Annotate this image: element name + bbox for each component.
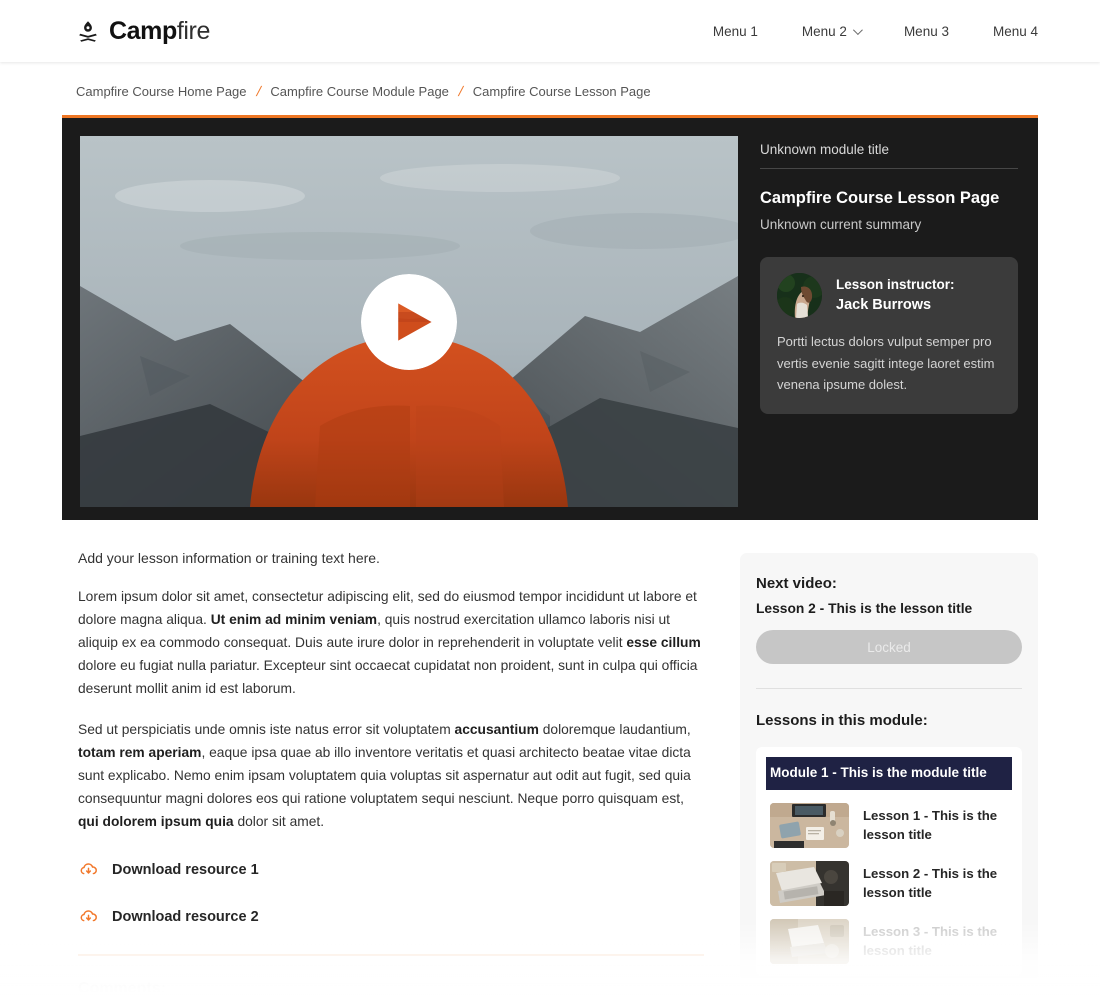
breadcrumb-separator-icon: / xyxy=(254,83,263,99)
nav-item-menu-2[interactable]: Menu 2 xyxy=(780,18,882,45)
paragraph-2-bold-3: qui dolorem ipsum quia xyxy=(78,814,234,830)
lesson-sidebar: Next video: Lesson 2 - This is the lesso… xyxy=(740,520,1038,998)
resource-label: Download resource 1 xyxy=(112,862,259,879)
brand-logo[interactable]: Campfire xyxy=(76,16,211,45)
instructor-bio: Portti lectus dolors vulput semper pro v… xyxy=(777,334,995,393)
instructor-avatar xyxy=(777,273,822,319)
avatar xyxy=(777,273,822,319)
brand-text: Campfire xyxy=(109,16,211,45)
lessons-in-module-heading: Lessons in this module: xyxy=(756,712,928,729)
brand-text-bold: Camp xyxy=(109,16,177,45)
site-header: Campfire Menu 1 Menu 2 Menu 3 Menu 4 xyxy=(0,0,1100,62)
sidebar-card: Next video: Lesson 2 - This is the lesso… xyxy=(740,553,1038,982)
resource-label: Download resource 2 xyxy=(112,909,259,926)
video-player[interactable] xyxy=(80,136,738,507)
lesson-thumbnail xyxy=(770,918,849,964)
module-lessons-block: Module 1 - This is the module title Less… xyxy=(756,747,1022,976)
nav-item-menu-3[interactable]: Menu 3 xyxy=(882,18,971,45)
lesson-summary: Unknown current summary xyxy=(760,217,922,233)
breadcrumb: Campfire Course Home Page / Campfire Cou… xyxy=(0,62,1100,115)
instructor-name: Jack Burrows xyxy=(836,297,932,314)
desk-overhead-thumb xyxy=(770,802,849,848)
nav-item-label: Menu 2 xyxy=(801,23,847,39)
paragraph-2-part-2: doloremque laudantium, xyxy=(538,722,691,738)
laptop-desk-thumb xyxy=(770,860,849,906)
brand-text-light: fire xyxy=(176,16,211,45)
instructor-header: Lesson instructor: Jack Burrows xyxy=(777,273,1001,319)
paragraph-2-bold-2: totam rem aperiam xyxy=(78,745,202,761)
list-item[interactable]: Lesson 1 - This is the lesson title xyxy=(766,790,1012,848)
breadcrumb-item-module[interactable]: Campfire Course Module Page xyxy=(270,84,448,99)
resource-list: Download resource 1 Download resource 2 xyxy=(78,860,704,928)
paragraph-2-part-1: Sed ut perspiciatis unde omnis iste natu… xyxy=(78,722,455,738)
download-resource-2-link[interactable]: Download resource 2 xyxy=(78,907,704,928)
nav-item-label: Menu 4 xyxy=(992,23,1038,39)
play-button[interactable] xyxy=(360,273,458,371)
lesson-item-title: Lesson 3 - This is the lesson title xyxy=(863,923,998,959)
comments-heading: Comments: xyxy=(78,979,167,997)
instructor-card: Lesson instructor: Jack Burrows Portti l… xyxy=(760,257,1018,414)
sidebar-divider xyxy=(756,688,1022,689)
next-video-heading: Next video: xyxy=(756,575,837,592)
paragraph-1-part-3: dolore eu fugiat nulla pariatur. Excepte… xyxy=(78,657,698,696)
lesson-thumbnail xyxy=(770,860,849,906)
nav-item-menu-1[interactable]: Menu 1 xyxy=(691,18,780,45)
lesson-item-title: Lesson 1 - This is the lesson title xyxy=(863,807,998,843)
lesson-item-title: Lesson 2 - This is the lesson title xyxy=(863,865,998,901)
instructor-meta: Lesson instructor: Jack Burrows xyxy=(836,276,955,316)
lesson-paragraph-2: Sed ut perspiciatis unde omnis iste natu… xyxy=(78,719,704,833)
nav-item-label: Menu 1 xyxy=(712,23,758,39)
play-icon xyxy=(360,273,458,370)
campfire-icon xyxy=(76,19,100,43)
download-resource-1-link[interactable]: Download resource 1 xyxy=(78,860,704,881)
lesson-thumbnail xyxy=(770,802,849,848)
page-title: Campfire Course Lesson Page xyxy=(760,189,1000,207)
paragraph-2-bold-1: accusantium xyxy=(454,722,539,738)
paragraph-1-bold-1: Ut enim ad minim veniam xyxy=(210,611,378,627)
comments-divider xyxy=(78,953,704,956)
module-header-title[interactable]: Module 1 - This is the module title xyxy=(766,757,1012,790)
content-wrap: Add your lesson information or training … xyxy=(62,520,1038,998)
nav-item-menu-4[interactable]: Menu 4 xyxy=(971,18,1038,45)
lesson-lead-text: Add your lesson information or training … xyxy=(78,550,380,566)
paragraph-2-part-4: dolor sit amet. xyxy=(233,814,325,830)
list-item[interactable]: Lesson 3 - This is the lesson title xyxy=(766,906,1012,964)
video-panel: Unknown module title Campfire Course Les… xyxy=(62,115,1038,520)
cloud-download-icon xyxy=(78,860,99,881)
lesson-paragraph-1: Lorem ipsum dolor sit amet, consectetur … xyxy=(78,586,704,700)
header-inner: Campfire Menu 1 Menu 2 Menu 3 Menu 4 xyxy=(0,18,1100,45)
laptop-light-thumb xyxy=(770,918,849,964)
locked-button[interactable]: Locked xyxy=(756,630,1022,664)
next-video-lesson-title: Lesson 2 - This is the lesson title xyxy=(756,601,973,616)
list-item[interactable]: Lesson 2 - This is the lesson title xyxy=(766,848,1012,906)
lesson-article: Add your lesson information or training … xyxy=(62,520,720,998)
breadcrumb-item-lesson: Campfire Course Lesson Page xyxy=(472,83,651,99)
paragraph-1-bold-2: esse cillum xyxy=(626,634,701,650)
nav-item-label: Menu 3 xyxy=(903,23,949,39)
chevron-down-icon xyxy=(852,24,863,35)
cloud-download-icon xyxy=(78,907,99,928)
breadcrumb-separator-icon: / xyxy=(456,83,465,99)
main-navigation: Menu 1 Menu 2 Menu 3 Menu 4 xyxy=(691,18,1038,45)
breadcrumb-item-home[interactable]: Campfire Course Home Page xyxy=(76,84,247,99)
instructor-role-label: Lesson instructor: xyxy=(836,277,955,293)
module-title: Unknown module title xyxy=(760,142,1018,169)
lesson-info-column: Unknown module title Campfire Course Les… xyxy=(758,136,1020,502)
